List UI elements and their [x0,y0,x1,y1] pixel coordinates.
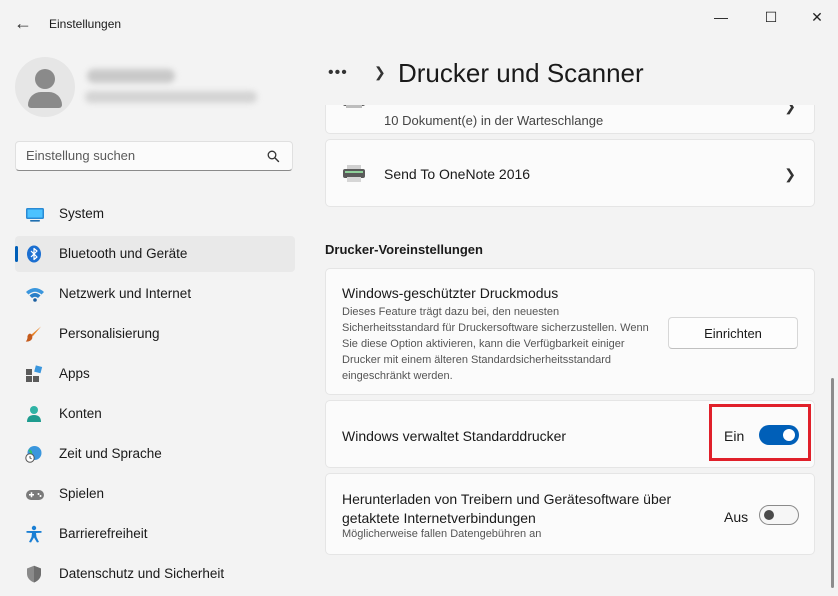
section-title: Drucker-Voreinstellungen [325,242,483,257]
shield-icon [25,565,43,583]
accessibility-icon [25,525,43,543]
search-icon[interactable] [267,150,280,168]
breadcrumb-chevron-icon: ❯ [374,64,386,80]
content-pane: 10 Dokument(e) in der Warteschlange ❯ Se… [325,105,816,591]
sidebar-nav: System Bluetooth und Geräte Netzwerk und… [15,196,295,596]
printer-queue-status: 10 Dokument(e) in der Warteschlange [384,113,604,128]
metered-download-toggle[interactable] [759,505,799,525]
maximize-icon[interactable]: ☐ [748,6,794,28]
sidebar-item-time-language[interactable]: Zeit und Sprache [15,436,295,472]
sidebar-item-label: Personalisierung [59,326,160,341]
highlight-box [709,404,811,461]
sidebar-item-accounts[interactable]: Konten [15,396,295,432]
metered-download-card: Herunterladen von Treibern und Gerätesof… [325,473,815,555]
page-title: Drucker und Scanner [398,58,644,88]
user-email-redacted [85,91,257,103]
breadcrumb-more-button[interactable]: ••• [328,64,348,82]
chevron-right-icon: ❯ [784,105,796,114]
globe-clock-icon [25,445,43,463]
printer-icon [342,165,366,188]
avatar [15,57,75,117]
sidebar-item-label: Zeit und Sprache [59,446,162,461]
sidebar-item-personalization[interactable]: Personalisierung [15,316,295,352]
printer-card[interactable]: 10 Dokument(e) in der Warteschlange ❯ [325,105,815,134]
setup-button[interactable]: Einrichten [668,317,798,349]
sidebar-item-gaming[interactable]: Spielen [15,476,295,512]
search-input[interactable] [26,148,256,163]
sidebar-item-label: Konten [59,406,102,421]
app-title: Einstellungen [49,17,122,31]
sidebar-item-network[interactable]: Netzwerk und Internet [15,276,295,312]
apps-icon [25,365,43,383]
sidebar-item-privacy-security[interactable]: Datenschutz und Sicherheit [15,556,295,592]
active-indicator [15,246,18,262]
back-arrow-icon[interactable]: ← [12,12,34,34]
setting-description: Dieses Feature trägt dazu bei, den neues… [342,306,649,382]
sidebar-item-label: Netzwerk und Internet [59,286,192,301]
gamepad-icon [25,485,44,503]
setting-title: Windows-geschützter Druckmodus [342,285,559,301]
printer-name: Send To OneNote 2016 [384,166,531,182]
minimize-icon[interactable]: — [698,6,744,28]
chevron-right-icon: ❯ [784,166,796,182]
sidebar-item-label: Bluetooth und Geräte [59,246,188,261]
sidebar-item-label: System [59,206,105,221]
sidebar-item-accessibility[interactable]: Barrierefreiheit [15,516,295,552]
account-icon [25,405,43,423]
close-icon[interactable]: ✕ [794,6,838,28]
scrollbar[interactable] [831,378,834,588]
system-icon [25,205,44,223]
user-name-redacted [87,69,175,83]
sidebar-item-label: Spielen [59,486,105,501]
sidebar-item-bluetooth[interactable]: Bluetooth und Geräte [15,236,295,272]
printer-icon [342,105,366,115]
setting-title: Windows verwaltet Standarddrucker [342,428,567,444]
toggle-state-label: Aus [724,509,749,525]
printer-card[interactable]: Send To OneNote 2016 ❯ [325,139,815,207]
sidebar-item-label: Apps [59,366,90,381]
wifi-icon [25,285,44,303]
bluetooth-icon [25,245,43,263]
sidebar-item-apps[interactable]: Apps [15,356,295,392]
setting-description: Möglicherweise fallen Datengebühren an [342,528,542,540]
settings-search-box[interactable] [15,141,293,171]
brush-icon [25,325,43,343]
setting-title: Herunterladen von Treibern und Gerätesof… [342,491,672,526]
sidebar-item-system[interactable]: System [15,196,295,232]
sidebar-item-label: Barrierefreiheit [59,526,148,541]
sidebar-item-label: Datenschutz und Sicherheit [59,566,225,581]
title-bar: ← Einstellungen — ☐ ✕ [0,0,838,48]
protected-print-mode-card: Windows-geschützter Druckmodus Dieses Fe… [325,268,815,395]
